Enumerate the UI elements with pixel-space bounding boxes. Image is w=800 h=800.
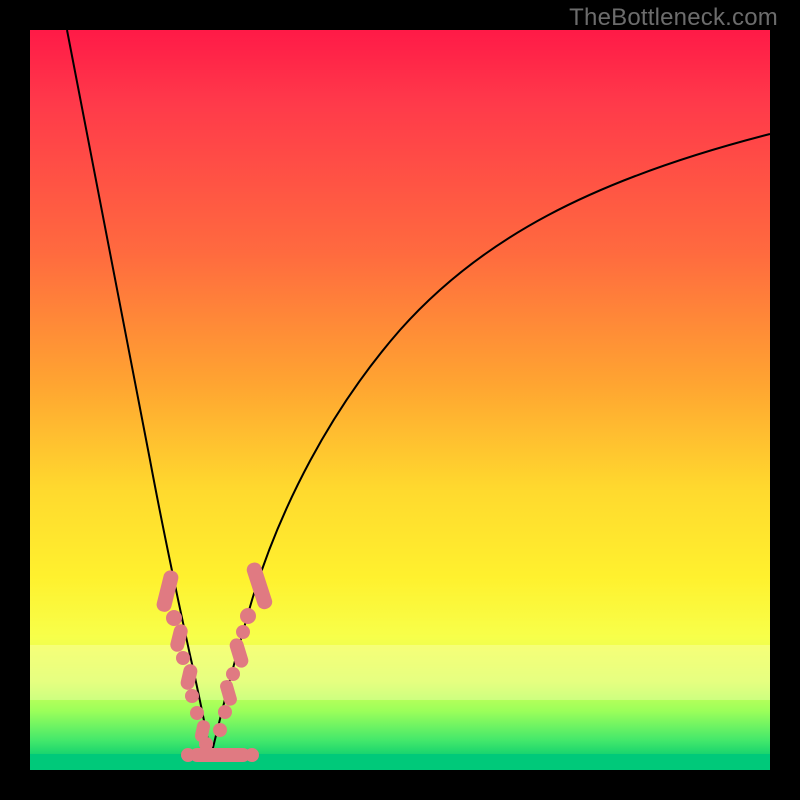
highlight-band xyxy=(30,645,770,700)
baseline-strip xyxy=(30,754,770,770)
markers-right xyxy=(213,561,274,737)
curve-right-branch xyxy=(211,134,770,756)
watermark-text: TheBottleneck.com xyxy=(569,4,778,32)
curve-layer xyxy=(30,30,770,770)
markers-left xyxy=(155,569,213,751)
plot-area xyxy=(30,30,770,770)
curve-left-branch xyxy=(67,30,211,756)
chart-frame: TheBottleneck.com xyxy=(0,0,800,800)
